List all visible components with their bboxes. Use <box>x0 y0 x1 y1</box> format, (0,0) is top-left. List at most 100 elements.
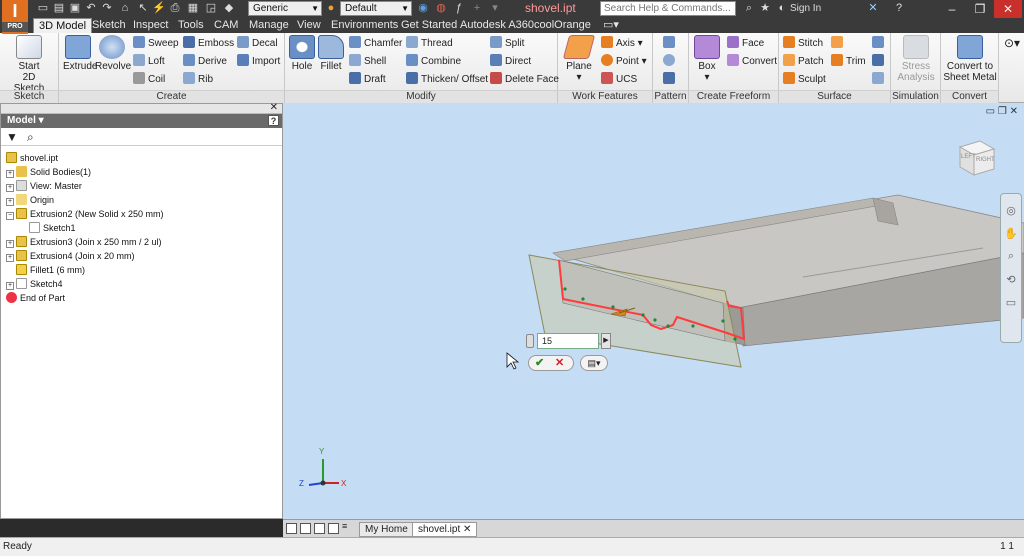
draft-button[interactable]: Draft <box>349 72 386 86</box>
appearance-dropdown[interactable]: Default ▼ <box>340 1 412 16</box>
maximize-button[interactable]: ❐ <box>966 0 994 18</box>
more-icon[interactable]: ▾ <box>488 2 502 15</box>
convert-button[interactable]: Convert <box>727 54 777 68</box>
decal-button[interactable]: Decal <box>237 36 278 50</box>
delete-face-button[interactable]: Delete Face <box>490 72 559 86</box>
emboss-button[interactable]: Emboss <box>183 36 234 50</box>
viewcube[interactable]: RIGHT LEFT <box>952 137 998 177</box>
minimize-button[interactable]: – <box>938 0 966 18</box>
exchange-icon[interactable]: ✕ <box>866 2 880 15</box>
tab-sketch[interactable]: Sketch <box>87 18 131 33</box>
ruled-surface-button[interactable] <box>831 36 846 50</box>
trim-button[interactable]: Trim <box>831 54 866 68</box>
add-icon[interactable]: + <box>470 2 484 15</box>
tab-inspect[interactable]: Inspect <box>128 18 173 33</box>
browser-search-icon[interactable]: ⌕ <box>27 130 34 145</box>
parameters-icon[interactable]: ƒ <box>452 2 466 15</box>
tab-list-icon[interactable]: ≡ <box>342 521 353 532</box>
new-icon[interactable]: ▭ <box>36 2 50 15</box>
tree-item-root[interactable]: shovel.ipt <box>6 152 58 165</box>
graphics-viewport[interactable]: ▭ ❐ ✕ Y X Z RIGHT LEFT ◎ ✋ ⌕ ⟲ ▭ 15 ▶ ✔ … <box>283 103 1024 519</box>
dimension-lock[interactable] <box>526 334 534 348</box>
tree-item-sketch1[interactable]: Sketch1 <box>29 222 76 235</box>
undo-icon[interactable]: ↶ <box>84 2 98 15</box>
ok-check-icon[interactable]: ✔ <box>535 356 544 369</box>
zoom-icon[interactable]: ⌕ <box>1001 250 1021 263</box>
plane-button[interactable]: Plane ▾ <box>562 35 596 83</box>
filter-icon[interactable]: ▼ <box>6 130 18 144</box>
mirror-button[interactable] <box>663 72 678 86</box>
color-icon[interactable]: ◆ <box>222 2 236 15</box>
tree-item-extrusion4[interactable]: + Extrusion4 (Join x 20 mm) <box>6 250 135 263</box>
tab-tools[interactable]: Tools <box>173 18 209 33</box>
start-sketch-button[interactable]: Start 2D Sketch <box>6 35 52 94</box>
measure-icon[interactable]: ◲ <box>204 2 218 15</box>
sweep-button[interactable]: Sweep <box>133 36 179 50</box>
tree-item-sketch4[interactable]: + Sketch4 <box>6 278 63 291</box>
thicken-offset-button[interactable]: Thicken/ Offset <box>406 72 488 86</box>
tile-icon[interactable] <box>286 523 297 534</box>
close-button[interactable]: ✕ <box>994 0 1022 18</box>
save-icon[interactable]: ▣ <box>68 2 82 15</box>
app-menu-button[interactable]: I PRO <box>2 0 28 34</box>
tree-item-extrusion2[interactable]: − Extrusion2 (New Solid x 250 mm) <box>6 208 164 221</box>
derive-button[interactable]: Derive <box>183 54 227 68</box>
tab-cam[interactable]: CAM <box>209 18 243 33</box>
revolve-button[interactable]: Revolve <box>95 35 131 72</box>
chamfer-button[interactable]: Chamfer <box>349 36 402 50</box>
orbit-icon[interactable]: ⟲ <box>1001 273 1021 286</box>
tab-my-home[interactable]: My Home <box>359 522 414 537</box>
loft-button[interactable]: Loft <box>133 54 165 68</box>
tree-item-fillet1[interactable]: Fillet1 (6 mm) <box>16 264 85 277</box>
tab-manage[interactable]: Manage <box>244 18 294 33</box>
import-button[interactable]: Import <box>237 54 280 68</box>
select-icon[interactable]: ↖ <box>136 2 150 15</box>
convert-sheet-metal-button[interactable]: Convert to Sheet Metal <box>943 35 997 83</box>
tab-environments[interactable]: Environments <box>326 18 403 33</box>
select-filter-icon[interactable]: ▦ <box>186 2 200 15</box>
binoculars-icon[interactable]: ⌕ <box>742 2 756 15</box>
open-icon[interactable]: ▤ <box>52 2 66 15</box>
patch-button[interactable]: Patch <box>783 54 824 68</box>
search-input[interactable]: Search Help & Commands... <box>600 1 736 16</box>
rectangular-pattern-button[interactable] <box>663 36 678 50</box>
replace-face-button[interactable] <box>872 54 887 68</box>
combine-button[interactable]: Combine <box>406 54 461 68</box>
shell-button[interactable]: Shell <box>349 54 386 68</box>
ribbon-options-icon[interactable]: ⊙▾ <box>1004 36 1020 50</box>
tab-get-started[interactable]: Get Started <box>396 18 462 33</box>
sign-in-link[interactable]: Sign In <box>790 3 821 14</box>
rib-button[interactable]: Rib <box>183 72 213 86</box>
home-icon[interactable]: ⌂ <box>118 2 132 15</box>
circular-pattern-button[interactable] <box>663 54 678 68</box>
update-icon[interactable]: ⚡ <box>152 2 166 15</box>
material-dropdown[interactable]: Generic ▼ <box>248 1 322 16</box>
axis-button[interactable]: Axis ▾ <box>601 36 643 50</box>
face-button[interactable]: Face <box>727 36 764 50</box>
repair-button[interactable] <box>872 72 887 86</box>
dimension-menu-arrow[interactable]: ▶ <box>601 333 611 349</box>
extend-button[interactable] <box>872 36 887 50</box>
ucs-button[interactable]: UCS <box>601 72 637 86</box>
look-at-icon[interactable]: ▭ <box>1001 296 1021 309</box>
close-tab-icon[interactable]: ✕ <box>463 524 471 535</box>
clear-appearance-icon[interactable]: ◉ <box>416 2 430 15</box>
pan-icon[interactable]: ✋ <box>1001 227 1021 240</box>
tab-shovel-ipt[interactable]: shovel.ipt ✕ <box>412 522 478 537</box>
tab-3d-model[interactable]: 3D Model <box>33 18 93 33</box>
print-icon[interactable]: ⎙ <box>168 2 182 15</box>
cascade-icon[interactable] <box>300 523 311 534</box>
box-button[interactable]: Box ▾ <box>692 35 722 83</box>
mini-toolbar-options[interactable]: ▤▾ <box>580 355 608 371</box>
tab-extra-icon[interactable]: ▭▾ <box>598 18 624 33</box>
tab-coolorange[interactable]: coolOrange <box>529 18 596 33</box>
stitch-button[interactable]: Stitch <box>783 36 823 50</box>
user-icon[interactable]: ◐ <box>775 2 789 15</box>
sculpt-button[interactable]: Sculpt <box>783 72 826 86</box>
cancel-x-icon[interactable]: ✕ <box>555 356 564 369</box>
extrude-button[interactable]: Extrude <box>63 35 97 72</box>
stress-analysis-button[interactable]: Stress Analysis <box>894 35 938 83</box>
tree-item-solid-bodies[interactable]: + Solid Bodies(1) <box>6 166 91 179</box>
browser-help-icon[interactable]: ? <box>268 115 279 126</box>
tree-item-extrusion3[interactable]: + Extrusion3 (Join x 250 mm / 2 ul) <box>6 236 162 249</box>
